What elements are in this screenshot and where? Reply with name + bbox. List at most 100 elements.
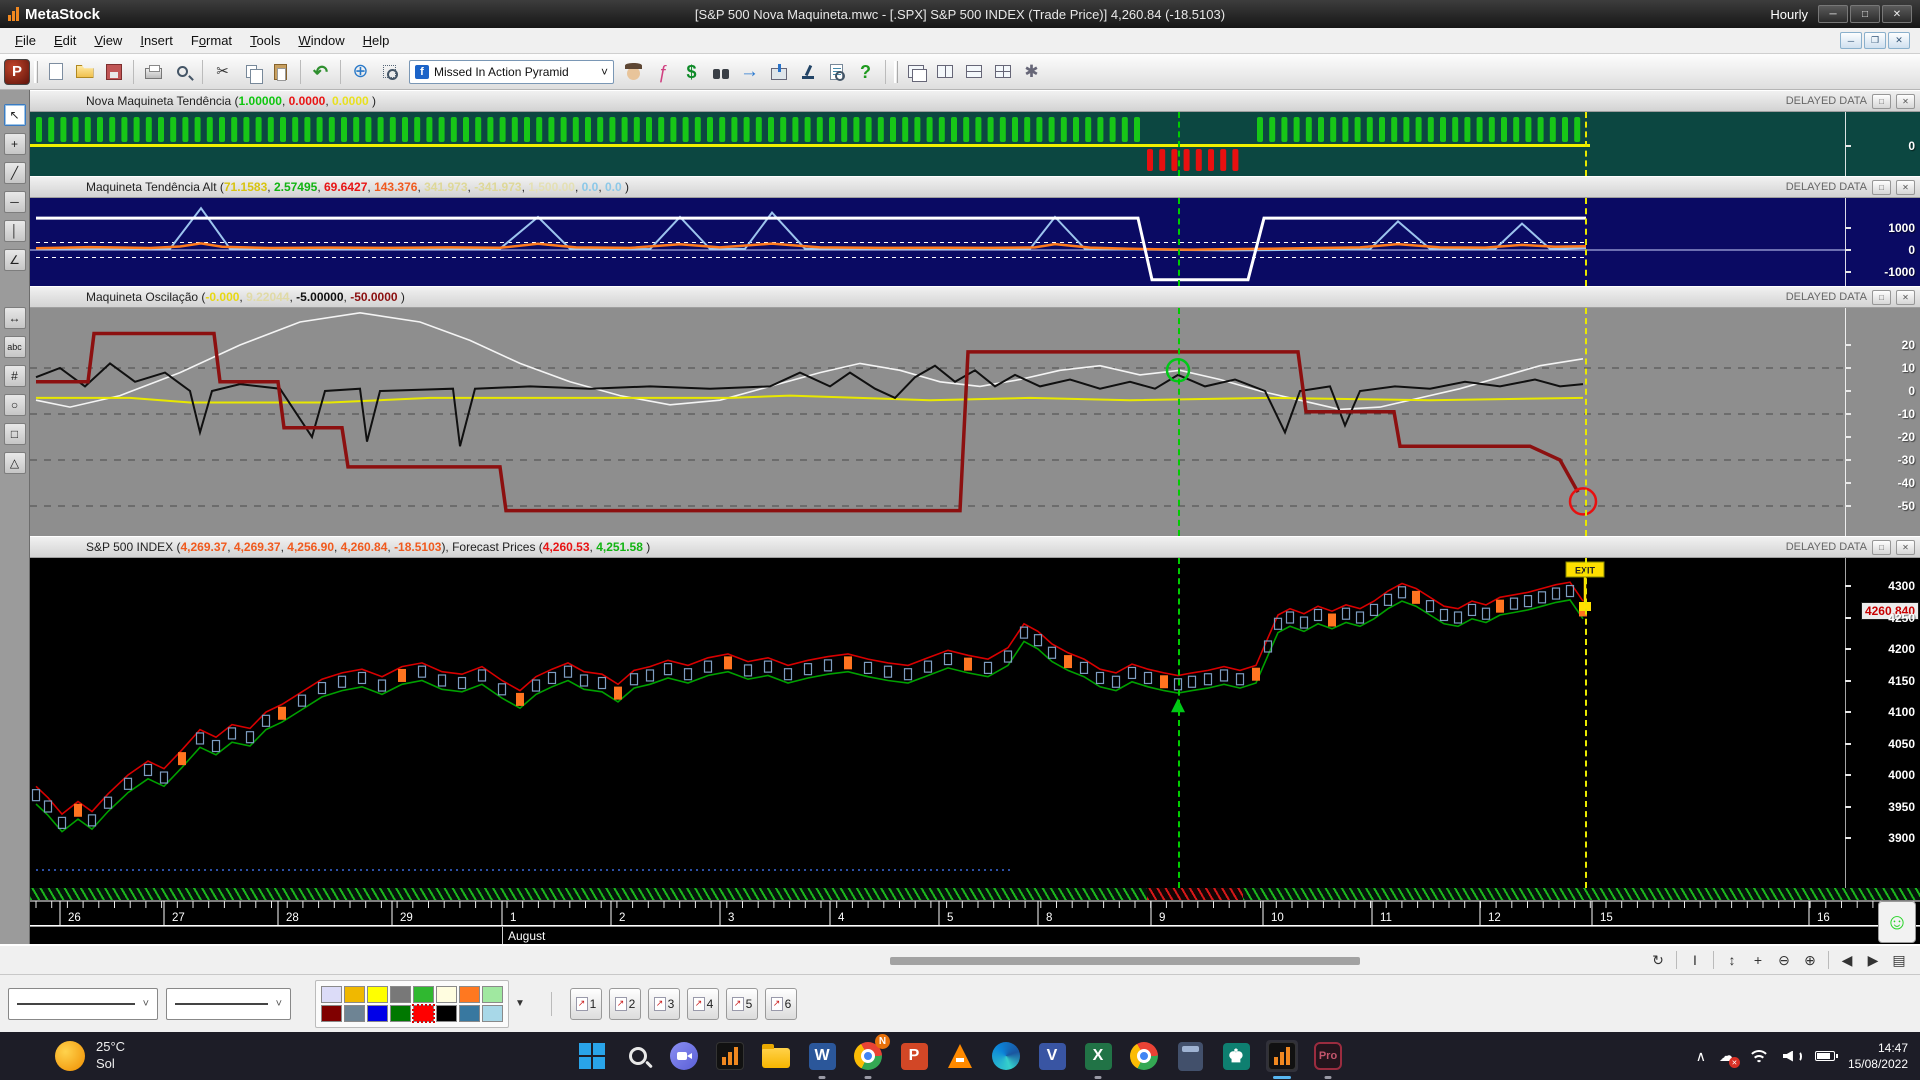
layout-template-button-5[interactable]: ↗ 5	[725, 987, 758, 1020]
onedrive-icon[interactable]: ☁ ✕	[1719, 1046, 1740, 1068]
taskbar-clock[interactable]: 14:47 15/08/2022	[1848, 1040, 1908, 1072]
taskbar-chrome-button[interactable]	[1128, 1040, 1160, 1072]
refresh-button[interactable]: ↻	[1645, 949, 1671, 971]
menu-window[interactable]: Window	[289, 29, 353, 52]
menu-help[interactable]: Help	[354, 29, 399, 52]
color-swatch[interactable]	[413, 985, 434, 1003]
rectangle-tool[interactable]: □	[3, 423, 26, 445]
volume-icon[interactable]	[1782, 1050, 1802, 1062]
save-button[interactable]	[100, 58, 127, 85]
color-swatch[interactable]	[482, 985, 503, 1003]
angle-line-tool[interactable]: ∠	[3, 249, 26, 271]
panel-close-button[interactable]: ✕	[1896, 93, 1915, 109]
panel-price-chart[interactable]: EXIT 4260.840 4300 4250 4200 4150 4100 4050 40…	[30, 558, 1920, 888]
color-swatch[interactable]	[390, 1004, 411, 1022]
crosshair-tool[interactable]: +	[3, 133, 26, 155]
layout-template-button-3[interactable]: ↗ 3	[647, 987, 680, 1020]
scan-button[interactable]	[794, 58, 821, 85]
color-swatch[interactable]	[321, 985, 342, 1003]
menu-format[interactable]: Format	[182, 29, 241, 52]
panel-maximize-button[interactable]: □	[1872, 539, 1891, 555]
taskbar-explorer-button[interactable]	[760, 1040, 792, 1072]
taskbar-chrome-profile-button[interactable]: N	[852, 1034, 890, 1079]
menu-tools[interactable]: Tools	[241, 29, 289, 52]
layout-template-button-4[interactable]: ↗ 4	[686, 987, 719, 1020]
taskbar-chess-button[interactable]: ♚	[1220, 1040, 1252, 1072]
downloader-arrow-button[interactable]: →	[736, 58, 763, 85]
color-swatch[interactable]	[482, 1004, 503, 1022]
system-tester-button[interactable]: $	[678, 58, 705, 85]
cascade-windows-button[interactable]	[902, 58, 929, 85]
zoom-select-button[interactable]	[376, 58, 403, 85]
grid-tool[interactable]: #	[3, 365, 26, 387]
color-swatch[interactable]	[436, 985, 457, 1003]
color-swatch[interactable]	[321, 1004, 342, 1022]
open-button[interactable]	[71, 58, 98, 85]
paste-button[interactable]	[267, 58, 294, 85]
triangle-tool[interactable]: △	[3, 452, 26, 474]
color-swatch[interactable]	[344, 985, 365, 1003]
taskbar-word-button[interactable]: W	[806, 1040, 838, 1079]
layout-template-button-6[interactable]: ↗ 6	[764, 987, 797, 1020]
layout-template-button-2[interactable]: ↗ 2	[608, 987, 641, 1020]
zoom-out-button[interactable]: ⊖	[1771, 949, 1797, 971]
tray-overflow-chevron[interactable]: ∧	[1696, 1048, 1706, 1065]
panel-header-oscilacao[interactable]: Maquineta Oscilação (-0.000, 9.22044, -5…	[30, 286, 1920, 308]
menu-view[interactable]: View	[85, 29, 131, 52]
tile-vertical-button[interactable]	[931, 58, 958, 85]
undo-button[interactable]: ↶	[307, 58, 334, 85]
taskbar-edge-button[interactable]	[990, 1040, 1022, 1072]
taskbar-calculator-button[interactable]	[1174, 1040, 1206, 1072]
horizontal-line-tool[interactable]: ─	[3, 191, 26, 213]
print-button[interactable]	[140, 58, 167, 85]
panel-tendencia-chart[interactable]: 0	[30, 112, 1920, 176]
panel-header-tendencia-alt[interactable]: Maquineta Tendência Alt (71.1583, 2.5749…	[30, 176, 1920, 198]
battery-icon[interactable]	[1814, 1051, 1838, 1061]
panel-maximize-button[interactable]: □	[1872, 93, 1891, 109]
panel-maximize-button[interactable]: □	[1872, 289, 1891, 305]
expand-tool[interactable]: ↔	[3, 307, 26, 329]
taskbar-search-button[interactable]	[622, 1040, 654, 1072]
taskbar-metastock-active-button[interactable]	[1266, 1040, 1298, 1079]
window-options-button[interactable]: ✱	[1018, 58, 1045, 85]
taskbar-chat-button[interactable]	[668, 1040, 700, 1072]
time-axis[interactable]: 26 27 28 29 1 2 3 4 5 8 9 10 11 12 15 16	[30, 900, 1920, 926]
panel-oscilacao-chart[interactable]: 20 10 0 -10 -20 -30 -40 -50	[30, 308, 1920, 536]
taskbar-metastock-button[interactable]	[714, 1040, 746, 1072]
cut-button[interactable]: ✂	[209, 58, 236, 85]
minimize-button[interactable]: ─	[1818, 5, 1848, 23]
panel-close-button[interactable]: ✕	[1896, 289, 1915, 305]
panel-close-button[interactable]: ✕	[1896, 539, 1915, 555]
child-restore-button[interactable]: ❐	[1864, 32, 1886, 49]
panel-tendencia-alt-chart[interactable]: 1000 0 -1000	[30, 198, 1920, 286]
explorer-button[interactable]	[707, 58, 734, 85]
data-window-button[interactable]: ▤	[1886, 949, 1912, 971]
expert-advisor-button[interactable]	[620, 58, 647, 85]
pointer-tool[interactable]: ↖	[3, 104, 26, 126]
panel-maximize-button[interactable]: □	[1872, 179, 1891, 195]
taskbar-vlc-button[interactable]	[944, 1040, 976, 1072]
panel-header-tendencia[interactable]: Nova Maquineta Tendência (1.00000, 0.000…	[30, 90, 1920, 112]
taskbar-adobe-pro-button[interactable]: Pro	[1312, 1040, 1344, 1079]
menu-file[interactable]: File	[6, 29, 45, 52]
child-close-button[interactable]: ✕	[1888, 32, 1910, 49]
panel-close-button[interactable]: ✕	[1896, 179, 1915, 195]
close-button[interactable]: ✕	[1882, 5, 1912, 23]
maximize-button[interactable]: □	[1850, 5, 1880, 23]
ellipse-tool[interactable]: ○	[3, 394, 26, 416]
pan-button[interactable]: +	[1745, 949, 1771, 971]
layout-template-button-1[interactable]: ↗ 1	[569, 987, 602, 1020]
tile-grid-button[interactable]	[989, 58, 1016, 85]
panel-header-price[interactable]: S&P 500 INDEX (4,269.37, 4,269.37, 4,256…	[30, 536, 1920, 558]
crosshair-button[interactable]: ⊕	[347, 58, 374, 85]
scroll-left-button[interactable]: ◀	[1834, 949, 1860, 971]
color-swatch[interactable]	[436, 1004, 457, 1022]
menu-edit[interactable]: Edit	[45, 29, 85, 52]
copy-button[interactable]	[238, 58, 265, 85]
text-tool[interactable]: abc	[3, 336, 26, 358]
color-swatch[interactable]	[459, 1004, 480, 1022]
expert-smiley-corner[interactable]: ☺	[1878, 901, 1916, 943]
indicator-builder-button[interactable]: ƒ	[649, 58, 676, 85]
scroll-right-button[interactable]: ▶	[1860, 949, 1886, 971]
template-combobox[interactable]: f Missed In Action Pyramid ˅	[409, 59, 614, 84]
